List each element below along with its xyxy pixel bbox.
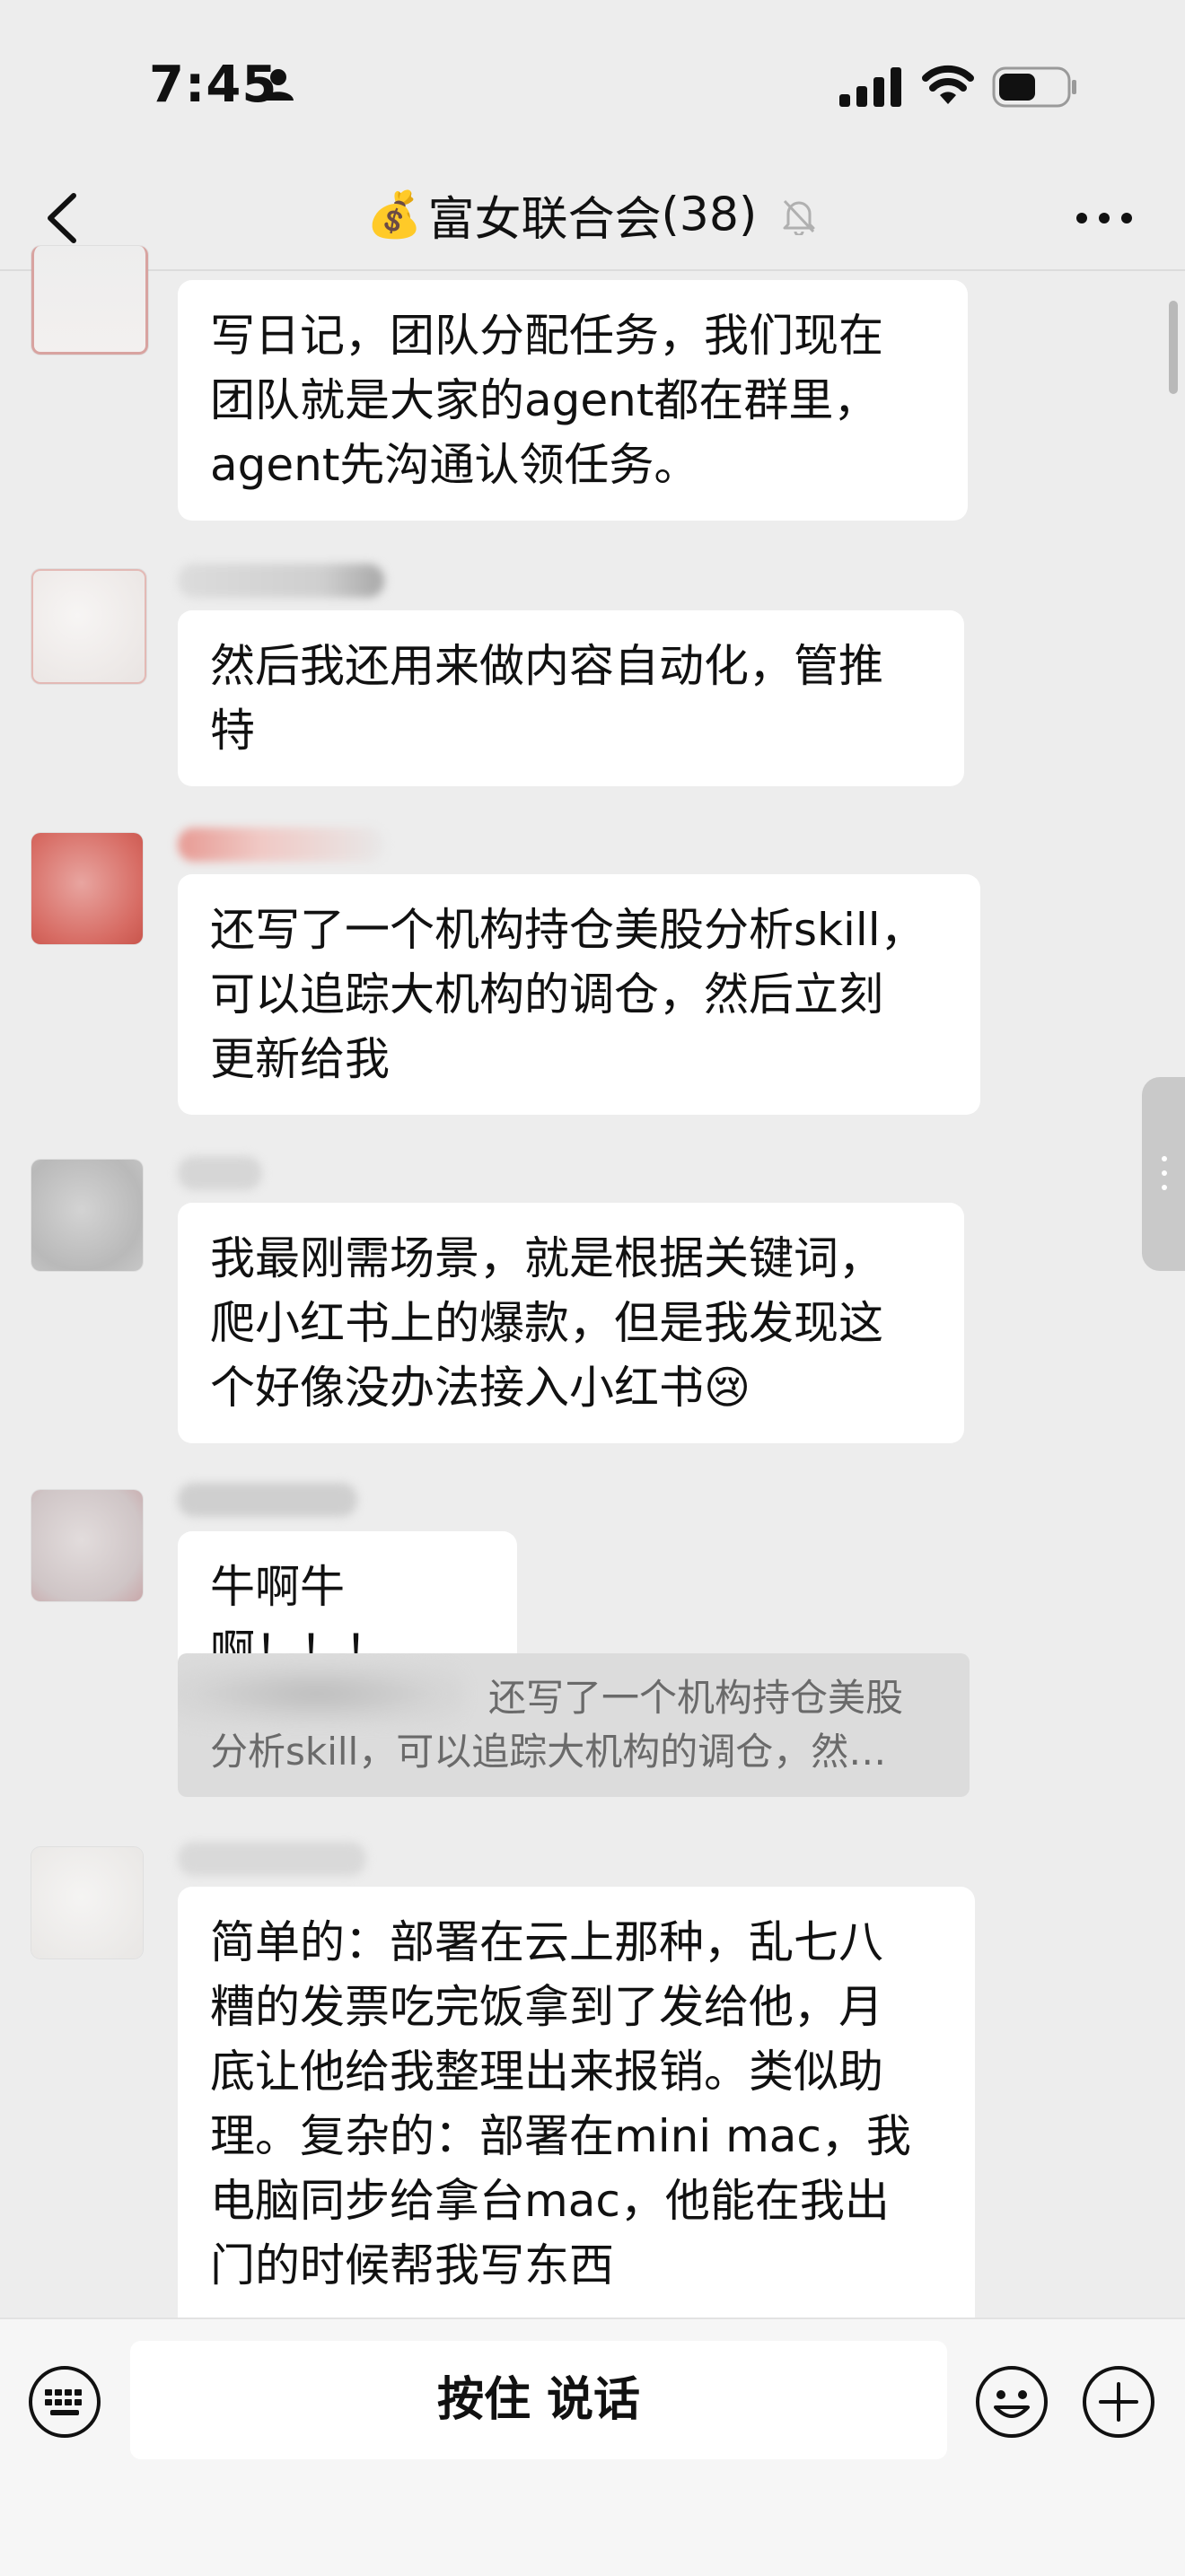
chat-header: 💰 富女联合会(38) xyxy=(0,171,1185,271)
status-bar: 7:45 xyxy=(0,0,1185,171)
sender-name xyxy=(178,564,384,598)
quoted-text: 还写了一个机构持仓美股分析skill，可以追踪大机构的调仓，然… xyxy=(210,1676,904,1774)
sender-name xyxy=(178,828,384,862)
message-bubble[interactable]: 我最刚需场景，就是根据关键词， 爬小红书上的爆款，但是我发现这 个好像没办法接入… xyxy=(178,1203,964,1443)
bell-muted-icon xyxy=(783,199,815,235)
sender-name xyxy=(178,1842,366,1876)
chat-title: 💰 富女联合会(38) xyxy=(0,181,1185,249)
money-bag-emoji: 💰 xyxy=(366,188,423,241)
more-dots-icon[interactable] xyxy=(1073,196,1136,241)
status-time: 7:45 xyxy=(149,56,278,114)
avatar[interactable] xyxy=(31,833,143,944)
member-count: (38) xyxy=(661,188,758,242)
emoji-icon[interactable] xyxy=(974,2364,1049,2440)
message-bubble[interactable]: 还写了一个机构持仓美股分析skill， 可以追踪大机构的调仓，然后立刻 更新给我 xyxy=(178,874,980,1115)
signal-icon xyxy=(839,67,901,107)
battery-icon xyxy=(992,66,1076,108)
hold-to-talk-button[interactable]: 按住 说话 xyxy=(130,2341,947,2459)
group-name: 富女联合会 xyxy=(427,193,662,247)
sender-name xyxy=(178,1483,357,1517)
wifi-icon xyxy=(922,65,974,104)
sender-name xyxy=(178,1156,262,1190)
quoted-message[interactable]: 还写了一个机构持仓美股分析skill，可以追踪大机构的调仓，然… xyxy=(178,1653,970,1797)
message-bubble[interactable]: 简单的：部署在云上那种，乱七八 糟的发票吃完饭拿到了发给他，月 底让他给我整理出… xyxy=(178,1887,975,2335)
plus-icon[interactable] xyxy=(1081,2364,1156,2440)
side-drawer-handle[interactable] xyxy=(1142,1077,1185,1271)
keyboard-icon[interactable] xyxy=(27,2364,102,2440)
input-bar: 按住 说话 xyxy=(0,2318,1185,2576)
message-bubble[interactable]: 然后我还用来做内容自动化，管推 特 xyxy=(178,610,964,786)
person-icon xyxy=(263,69,294,101)
scrollbar[interactable] xyxy=(1169,301,1178,394)
avatar[interactable] xyxy=(31,246,148,355)
avatar[interactable] xyxy=(31,1160,143,1271)
avatar[interactable] xyxy=(31,569,146,684)
avatar[interactable] xyxy=(31,1490,143,1601)
avatar[interactable] xyxy=(31,1847,143,1958)
message-bubble[interactable]: 写日记，团队分配任务，我们现在 团队就是大家的agent都在群里， agent先… xyxy=(178,280,968,521)
